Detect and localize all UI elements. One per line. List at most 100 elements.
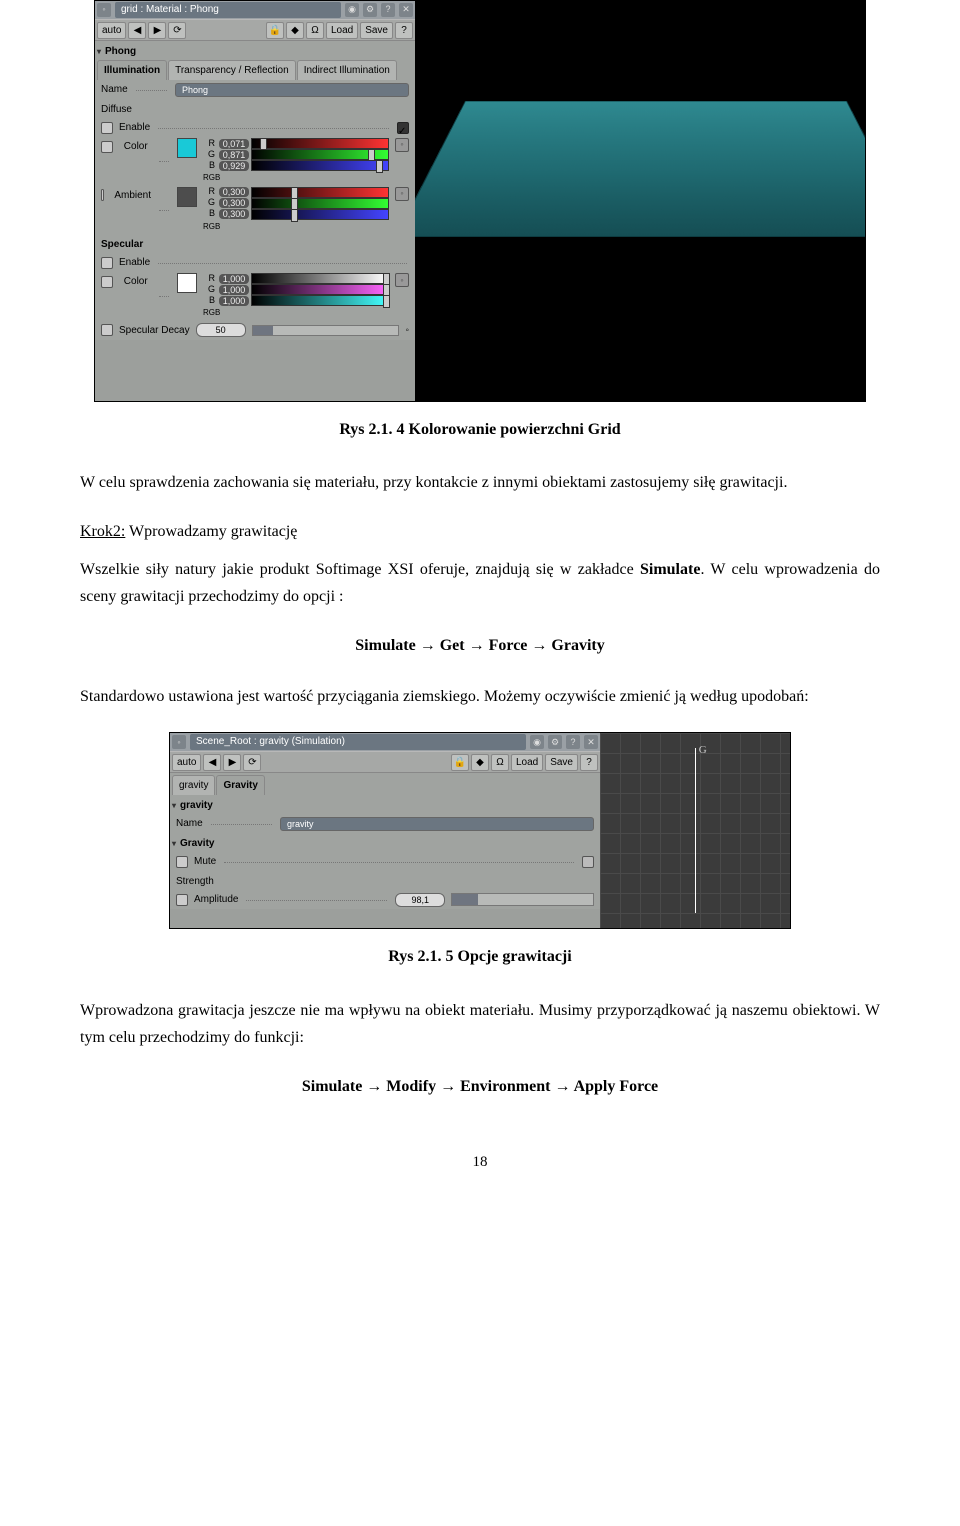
key-icon[interactable]: ◆ (286, 22, 304, 39)
gravity-gizmo-label: G (699, 741, 707, 760)
diffuse-r-slider[interactable] (251, 138, 389, 149)
save-button[interactable]: Save (545, 754, 578, 771)
toolbar-help-button[interactable]: ? (395, 22, 413, 39)
gravity-section-1[interactable]: gravity (170, 795, 600, 814)
specular-plug-icon[interactable]: ◦ (395, 273, 409, 287)
diffuse-g-slider[interactable] (251, 149, 389, 160)
nav-next-button[interactable]: ▶ (223, 754, 241, 771)
panel-toolbar: auto ◀ ▶ ⟳ 🔒 ◆ Ω Load Save ? (95, 19, 415, 41)
auto-button[interactable]: auto (97, 22, 126, 39)
ambient-b-value[interactable]: 0,300 (219, 209, 249, 219)
ambient-color-swatch[interactable] (177, 187, 197, 207)
ambient-g-value[interactable]: 0,300 (219, 198, 249, 208)
toolbar-help-button[interactable]: ? (580, 754, 598, 771)
enable-label: Enable (119, 119, 150, 136)
history-button[interactable]: ⟳ (168, 22, 186, 39)
gear-icon[interactable]: ⚙ (548, 735, 562, 749)
key-icon[interactable]: ◆ (471, 754, 489, 771)
spec-r-value[interactable]: 1,000 (219, 274, 249, 284)
load-button[interactable]: Load (511, 754, 543, 771)
phong-section-header[interactable]: Phong (95, 41, 415, 60)
rgb-label: RGB (203, 171, 389, 185)
name-label: Name (101, 81, 128, 98)
spec-b-slider[interactable] (251, 295, 389, 306)
anim-icon[interactable]: Ω (306, 22, 324, 39)
ambient-checkbox[interactable] (101, 189, 104, 201)
tab-indirect[interactable]: Indirect Illumination (297, 60, 397, 80)
lock-icon[interactable]: 🔒 (451, 754, 469, 771)
help-icon[interactable]: ? (566, 735, 580, 749)
figure-1-caption: Rys 2.1. 4 Kolorowanie powierzchni Grid (80, 416, 880, 443)
nav-prev-button[interactable]: ◀ (128, 22, 146, 39)
close-icon[interactable]: ✕ (399, 3, 413, 17)
lock-icon[interactable]: 🔒 (266, 22, 284, 39)
ambient-g-slider[interactable] (251, 198, 389, 209)
krok2-heading: Krok2: Wprowadzamy grawitację (80, 518, 880, 545)
diffuse-r-value[interactable]: 0,071 (219, 139, 249, 149)
amplitude-value[interactable]: 98,1 (395, 893, 445, 907)
eye-icon[interactable]: ◉ (530, 735, 544, 749)
mute-checkbox[interactable] (176, 856, 188, 868)
pin-icon[interactable]: ◦ (172, 735, 186, 749)
amplitude-slider[interactable] (451, 893, 594, 906)
spec-g-slider[interactable] (251, 284, 389, 295)
spec-decay-plug-icon[interactable]: ◦ (405, 322, 409, 339)
spec-decay-checkbox[interactable] (101, 324, 113, 336)
help-icon[interactable]: ? (381, 3, 395, 17)
specular-header: Specular (95, 234, 415, 253)
specular-color-swatch[interactable] (177, 273, 197, 293)
ambient-r-value[interactable]: 0,300 (219, 187, 249, 197)
tab-gravity-lower[interactable]: gravity (172, 775, 215, 795)
tab-gravity-upper[interactable]: Gravity (216, 775, 264, 795)
amplitude-label: Amplitude (194, 891, 238, 908)
ambient-color-row: Ambient R0,300 G0,300 B0,300 RGB ◦ (95, 186, 415, 235)
paragraph-2: Wszelkie siły natury jakie produkt Softi… (80, 556, 880, 610)
diffuse-plug-icon[interactable]: ◦ (395, 138, 409, 152)
strength-header: Strength (170, 871, 600, 890)
spec-enable-checkbox[interactable] (101, 257, 113, 269)
load-button[interactable]: Load (326, 22, 358, 39)
tab-transparency[interactable]: Transparency / Reflection (168, 60, 296, 80)
ambient-r-slider[interactable] (251, 187, 389, 198)
close-icon[interactable]: ✕ (584, 735, 598, 749)
eye-icon[interactable]: ◉ (345, 3, 359, 17)
name-field[interactable]: Phong (175, 83, 409, 97)
ambient-label: Ambient (114, 187, 151, 204)
nav-next-button[interactable]: ▶ (148, 22, 166, 39)
history-button[interactable]: ⟳ (243, 754, 261, 771)
pin-icon[interactable]: ◦ (97, 3, 111, 17)
color-checkbox[interactable] (101, 141, 113, 153)
gravity-tabs: gravity Gravity (172, 775, 598, 795)
enable-toggle[interactable]: ✓ (397, 122, 409, 134)
spec-b-value[interactable]: 1,000 (219, 296, 249, 306)
anim-icon[interactable]: Ω (491, 754, 509, 771)
diffuse-color-swatch[interactable] (177, 138, 197, 158)
diffuse-g-value[interactable]: 0,871 (219, 150, 249, 160)
nav-prev-button[interactable]: ◀ (203, 754, 221, 771)
mute-toggle[interactable] (582, 856, 594, 868)
diffuse-b-value[interactable]: 0,929 (219, 161, 249, 171)
mute-label: Mute (194, 853, 216, 870)
gravity-name-field[interactable]: gravity (280, 817, 594, 831)
spec-g-value[interactable]: 1,000 (219, 285, 249, 295)
diffuse-header: Diffuse (95, 99, 415, 118)
auto-button[interactable]: auto (172, 754, 201, 771)
enable-checkbox[interactable] (101, 122, 113, 134)
spec-decay-value[interactable]: 50 (196, 323, 246, 337)
spec-r-slider[interactable] (251, 273, 389, 284)
amplitude-checkbox[interactable] (176, 894, 188, 906)
gear-icon[interactable]: ⚙ (363, 3, 377, 17)
ambient-plug-icon[interactable]: ◦ (395, 187, 409, 201)
save-button[interactable]: Save (360, 22, 393, 39)
ambient-b-slider[interactable] (251, 209, 389, 220)
spec-decay-slider[interactable] (252, 325, 400, 336)
spec-color-checkbox[interactable] (101, 276, 113, 288)
spec-enable-label: Enable (119, 254, 150, 271)
gravity-section-2[interactable]: Gravity (170, 833, 600, 852)
diffuse-b-slider[interactable] (251, 160, 389, 171)
gravity-titlebar: ◦ Scene_Root : gravity (Simulation) ◉ ⚙ … (170, 733, 600, 751)
gravity-viewport: G (600, 733, 790, 928)
tab-illumination[interactable]: Illumination (97, 60, 167, 80)
color-label: Color (124, 138, 148, 155)
shader-tabs: Illumination Transparency / Reflection I… (97, 60, 413, 80)
